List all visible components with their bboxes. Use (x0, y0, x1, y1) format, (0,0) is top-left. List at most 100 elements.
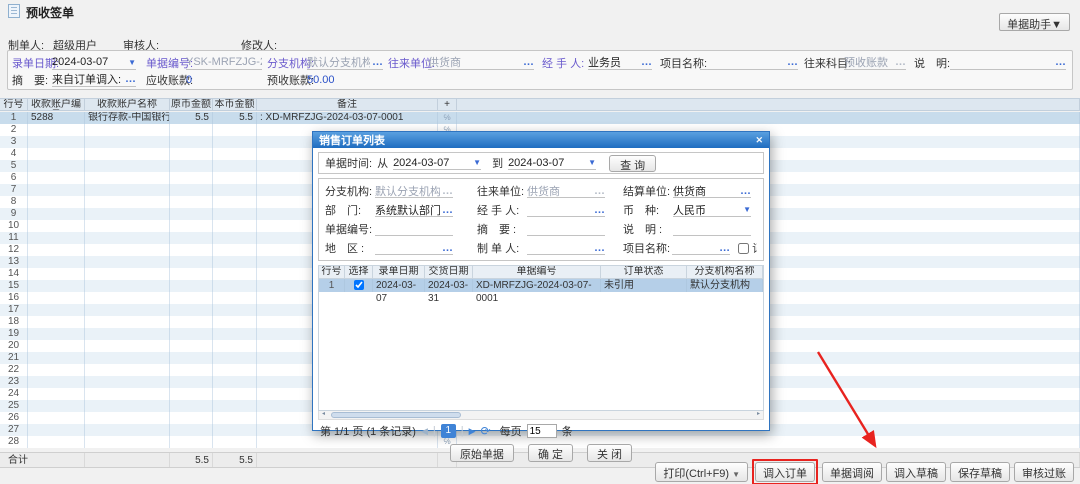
account-name-cell[interactable] (85, 412, 170, 424)
account-name-cell[interactable]: 银行存款-中国银行 (85, 112, 170, 124)
grid-column-header[interactable]: + (438, 99, 457, 110)
account-name-cell[interactable] (85, 364, 170, 376)
chevron-down-icon[interactable]: ▼ (588, 158, 596, 167)
local-amount-cell[interactable] (213, 436, 257, 448)
next-page-icon[interactable]: ▶ (469, 426, 476, 437)
account-name-cell[interactable] (85, 292, 170, 304)
account-name-cell[interactable] (85, 268, 170, 280)
lookup-icon[interactable]: … (372, 56, 383, 68)
local-amount-cell[interactable] (213, 316, 257, 328)
local-amount-cell[interactable] (213, 220, 257, 232)
handler-filter-field[interactable]: … (527, 203, 605, 217)
lookup-icon[interactable]: … (125, 73, 136, 85)
table-row[interactable]: 15288银行存款-中国银行5.55.5: XD-MRFZJG-2024-03-… (0, 112, 1080, 124)
account-name-cell[interactable] (85, 388, 170, 400)
local-amount-cell[interactable] (213, 412, 257, 424)
local-amount-cell[interactable] (213, 196, 257, 208)
orig-amount-cell[interactable] (170, 220, 213, 232)
scrollbar-thumb[interactable] (331, 412, 461, 418)
local-amount-cell[interactable] (213, 136, 257, 148)
account-name-cell[interactable] (85, 160, 170, 172)
date-to-field[interactable]: 2024-03-07▼ (508, 156, 596, 170)
account-no-cell[interactable] (28, 232, 85, 244)
remember-time-checkbox[interactable] (738, 243, 749, 254)
orig-amount-cell[interactable] (170, 256, 213, 268)
project-field[interactable]: … (700, 56, 798, 70)
local-amount-cell[interactable] (213, 364, 257, 376)
account-no-cell[interactable]: 5288 (28, 112, 85, 124)
account-name-cell[interactable] (85, 256, 170, 268)
account-no-cell[interactable] (28, 352, 85, 364)
account-name-cell[interactable] (85, 352, 170, 364)
orig-amount-cell[interactable] (170, 268, 213, 280)
account-no-cell[interactable] (28, 148, 85, 160)
doc-no-field[interactable]: YSK-MRFZJG-2024-03-07- (186, 56, 262, 70)
account-no-cell[interactable] (28, 244, 85, 256)
maker-filter-field[interactable]: … (527, 241, 605, 255)
local-amount-cell[interactable] (213, 184, 257, 196)
scroll-right-icon[interactable]: ▸ (754, 411, 763, 418)
account-no-cell[interactable] (28, 424, 85, 436)
order-column-header[interactable]: 行号 (319, 266, 345, 278)
lookup-icon[interactable]: … (1055, 56, 1066, 68)
account-no-cell[interactable] (28, 172, 85, 184)
grid-column-header[interactable]: 备注 (257, 99, 438, 110)
local-amount-cell[interactable] (213, 424, 257, 436)
date-from-field[interactable]: 2024-03-07▼ (393, 156, 481, 170)
lookup-icon[interactable]: … (719, 242, 730, 254)
account-name-cell[interactable] (85, 232, 170, 244)
account-no-cell[interactable] (28, 184, 85, 196)
account-name-cell[interactable] (85, 400, 170, 412)
local-amount-cell[interactable] (213, 172, 257, 184)
account-name-cell[interactable] (85, 196, 170, 208)
orig-amount-cell[interactable] (170, 400, 213, 412)
search-button[interactable]: 查 询 (609, 155, 656, 172)
branch-name-cell[interactable]: 默认分支机构 (687, 279, 763, 292)
account-name-cell[interactable] (85, 280, 170, 292)
account-no-cell[interactable] (28, 304, 85, 316)
select-cell[interactable] (345, 279, 373, 292)
order-status-cell[interactable]: 未引用 (601, 279, 687, 292)
close-icon[interactable]: ✕ (755, 135, 763, 146)
local-amount-cell[interactable] (213, 148, 257, 160)
orig-amount-cell[interactable] (170, 184, 213, 196)
account-no-cell[interactable] (28, 256, 85, 268)
account-name-cell[interactable] (85, 208, 170, 220)
account-no-cell[interactable] (28, 220, 85, 232)
account-name-cell[interactable] (85, 436, 170, 448)
orig-amount-cell[interactable] (170, 208, 213, 220)
delivery-date-cell[interactable]: 2024-03-31 (425, 279, 473, 292)
account-no-cell[interactable] (28, 340, 85, 352)
account-no-cell[interactable] (28, 280, 85, 292)
account-no-cell[interactable] (28, 400, 85, 412)
account-no-cell[interactable] (28, 436, 85, 448)
summary-field[interactable]: 来自订单调入: XD-MRF… (52, 73, 136, 87)
currency-filter-field[interactable]: 人民币▼ (673, 203, 751, 217)
orig-amount-cell[interactable] (170, 244, 213, 256)
orig-amount-cell[interactable] (170, 172, 213, 184)
account-no-cell[interactable] (28, 160, 85, 172)
account-name-cell[interactable] (85, 220, 170, 232)
orig-amount-cell[interactable] (170, 328, 213, 340)
orig-amount-cell[interactable] (170, 232, 213, 244)
original-doc-button[interactable]: 原始单据 (450, 444, 514, 462)
account-no-cell[interactable] (28, 268, 85, 280)
local-amount-cell[interactable] (213, 208, 257, 220)
grid-column-header[interactable]: 收款账户编号 (28, 99, 85, 110)
order-column-header[interactable]: 交货日期 (425, 266, 473, 278)
close-button[interactable]: 关 闭 (587, 444, 632, 462)
chevron-down-icon[interactable]: ▼ (743, 205, 751, 214)
local-amount-cell[interactable] (213, 268, 257, 280)
account-name-cell[interactable] (85, 340, 170, 352)
chevron-down-icon[interactable]: ▼ (128, 58, 136, 67)
orig-amount-cell[interactable] (170, 280, 213, 292)
local-amount-cell[interactable] (213, 280, 257, 292)
account-no-cell[interactable] (28, 136, 85, 148)
counterparty-field[interactable]: 供货商… (428, 56, 534, 70)
grid-column-header[interactable]: 行号 (0, 99, 28, 110)
doc-no-filter-field[interactable] (375, 222, 453, 236)
orig-amount-cell[interactable] (170, 292, 213, 304)
doc-review-button[interactable]: 单据调阅 (822, 462, 882, 482)
local-amount-cell[interactable] (213, 232, 257, 244)
account-no-cell[interactable] (28, 316, 85, 328)
